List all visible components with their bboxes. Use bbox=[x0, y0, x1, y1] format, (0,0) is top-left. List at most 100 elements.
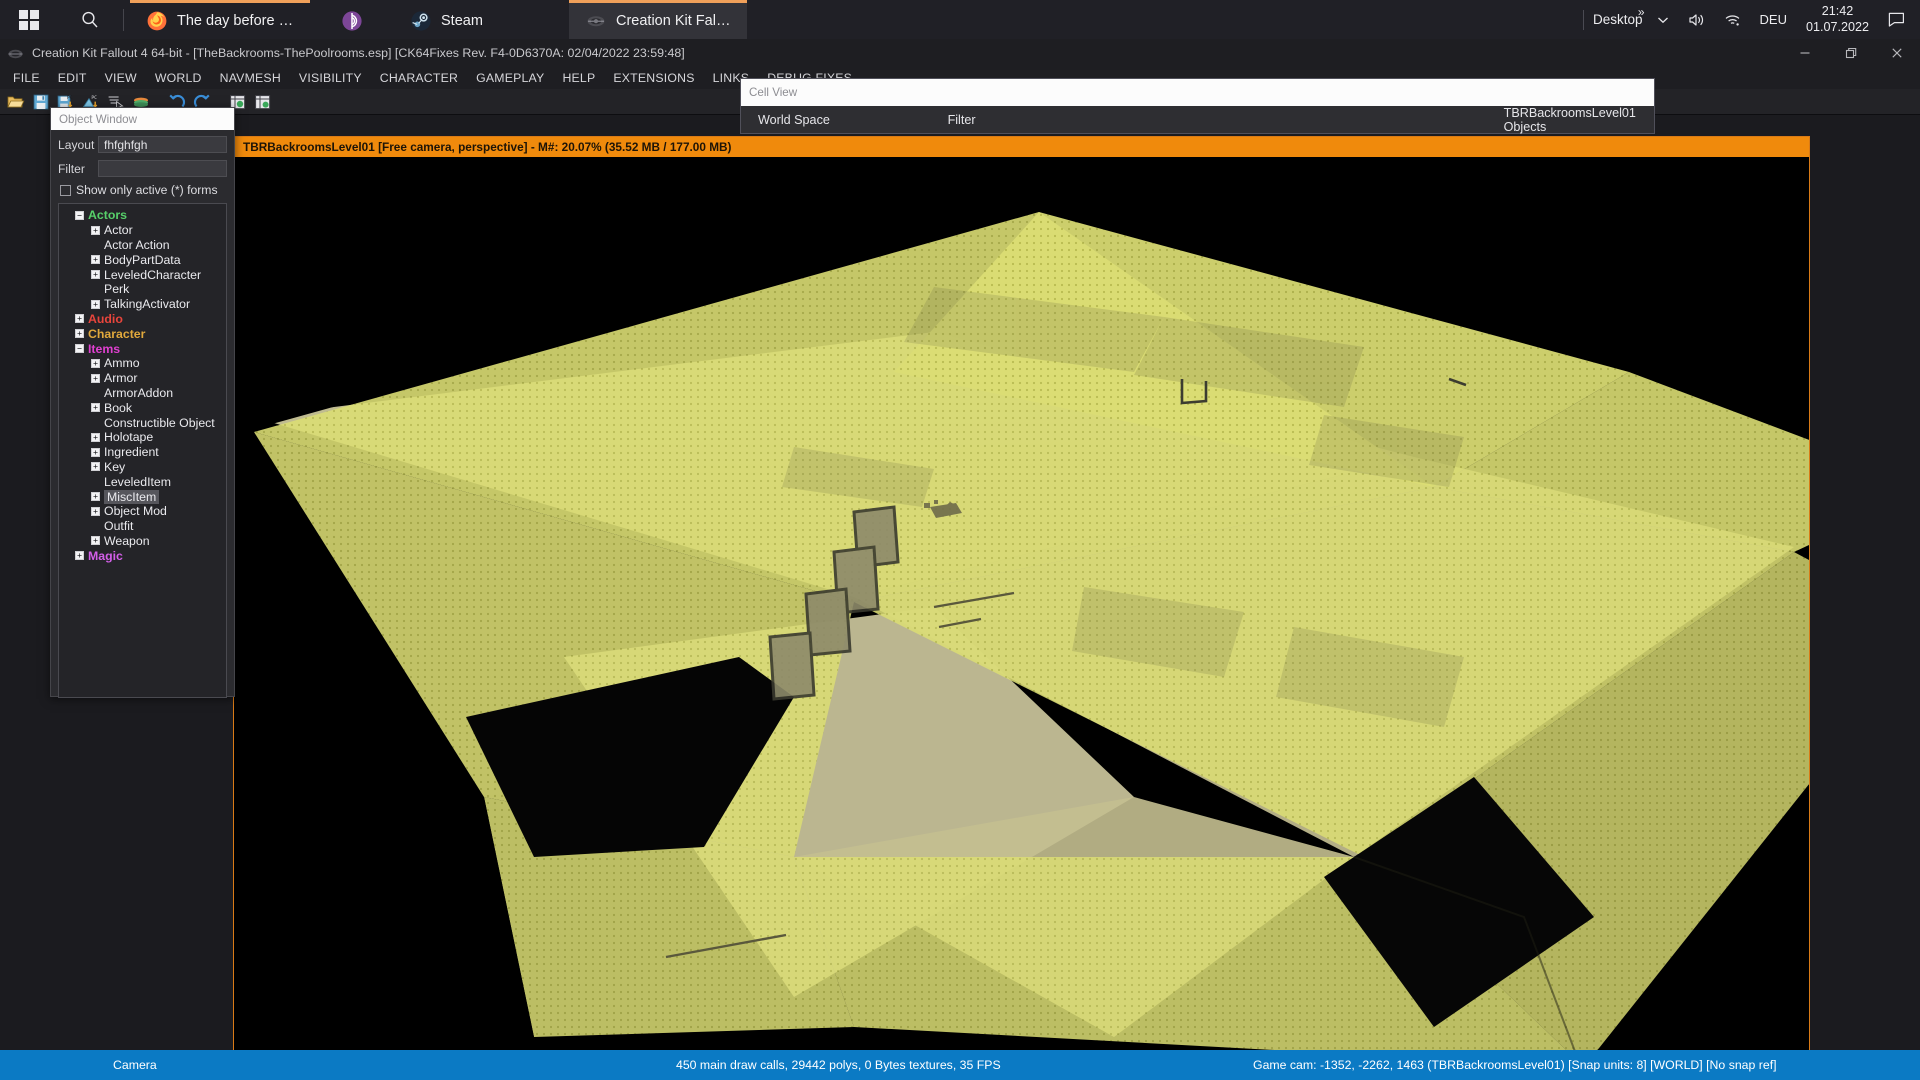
expand-toggle-icon[interactable]: + bbox=[91, 373, 100, 383]
expand-toggle-icon[interactable]: + bbox=[91, 492, 100, 502]
tree-item-object-mod[interactable]: + Object Mod bbox=[65, 504, 226, 519]
tree-item-actors[interactable]: − Actors bbox=[65, 208, 226, 223]
column-header-filter[interactable]: Filter bbox=[948, 113, 1504, 127]
tree-item-actor[interactable]: + Actor bbox=[65, 223, 226, 238]
volume-icon bbox=[1688, 13, 1703, 26]
menu-item-help[interactable]: HELP bbox=[553, 67, 604, 89]
tree-item-holotape[interactable]: + Holotape bbox=[65, 430, 226, 445]
svg-text:PC: PC bbox=[91, 95, 97, 101]
expand-toggle-icon[interactable]: + bbox=[91, 299, 100, 309]
tree-item-label: Outfit bbox=[104, 519, 134, 534]
expand-toggle-icon[interactable]: + bbox=[75, 551, 84, 561]
search-button[interactable] bbox=[57, 0, 123, 39]
tree-item-items[interactable]: − Items bbox=[65, 341, 226, 356]
expand-toggle-icon[interactable]: + bbox=[91, 506, 100, 516]
show-active-forms-row[interactable]: Show only active (*) forms bbox=[60, 183, 227, 197]
show-active-forms-checkbox[interactable] bbox=[60, 184, 71, 196]
tree-item-outfit[interactable]: Outfit bbox=[65, 519, 226, 534]
render-viewport[interactable] bbox=[234, 157, 1809, 1053]
menu-item-visibility[interactable]: VISIBILITY bbox=[290, 67, 371, 89]
tree-item-leveleditem[interactable]: LeveledItem bbox=[65, 474, 226, 489]
tree-item-key[interactable]: + Key bbox=[65, 460, 226, 475]
window-controls bbox=[1782, 39, 1920, 67]
tray-language-button[interactable]: DEU bbox=[1751, 0, 1796, 39]
taskbar-item-creation-kit[interactable]: Creation Kit Fallout... bbox=[569, 0, 747, 39]
tree-item-perk[interactable]: Perk bbox=[65, 282, 226, 297]
expand-toggle-icon[interactable]: + bbox=[91, 270, 100, 280]
expand-toggle-icon[interactable]: + bbox=[91, 225, 100, 235]
menu-item-view[interactable]: VIEW bbox=[96, 67, 146, 89]
menu-item-world[interactable]: WORLD bbox=[146, 67, 211, 89]
tree-item-actor-action[interactable]: Actor Action bbox=[65, 238, 226, 253]
tree-item-audio[interactable]: + Audio bbox=[65, 312, 226, 327]
layout-label: Layout bbox=[58, 137, 95, 152]
tree-item-magic[interactable]: + Magic bbox=[65, 548, 226, 563]
tray-overflow-button[interactable] bbox=[1647, 0, 1679, 39]
system-tray: Desktop » DEU 21:42 01.07.2022 bbox=[1582, 0, 1920, 39]
expand-toggle-icon[interactable]: + bbox=[75, 314, 84, 324]
restore-icon bbox=[1845, 47, 1857, 59]
expand-toggle-icon[interactable]: + bbox=[91, 536, 100, 546]
column-header-world-space[interactable]: World Space bbox=[741, 113, 948, 127]
tree-item-talkingactivator[interactable]: + TalkingActivator bbox=[65, 297, 226, 312]
tree-item-character[interactable]: + Character bbox=[65, 326, 226, 341]
expand-toggle-icon[interactable]: + bbox=[91, 447, 100, 457]
expand-toggle-icon[interactable]: + bbox=[91, 432, 100, 442]
tray-network-button[interactable] bbox=[1715, 0, 1751, 39]
menu-item-gameplay[interactable]: GAMEPLAY bbox=[467, 67, 553, 89]
taskbar-divider bbox=[123, 8, 124, 31]
tree-item-label: Character bbox=[88, 326, 146, 341]
save-icon bbox=[33, 94, 48, 109]
tree-item-armoraddon[interactable]: ArmorAddon bbox=[65, 386, 226, 401]
svg-text:PC: PC bbox=[67, 95, 73, 101]
render-window[interactable]: TBRBackroomsLevel01 [Free camera, perspe… bbox=[233, 136, 1810, 1054]
expand-toggle-icon[interactable]: + bbox=[75, 329, 84, 339]
taskbar-item-tor[interactable] bbox=[310, 0, 394, 39]
tree-item-armor[interactable]: + Armor bbox=[65, 371, 226, 386]
object-tree[interactable]: − Actors + Actor Actor Action + BodyPartData + L… bbox=[58, 203, 227, 698]
tree-item-ingredient[interactable]: + Ingredient bbox=[65, 445, 226, 460]
expand-toggle-icon[interactable]: + bbox=[91, 358, 100, 368]
tray-desktop-button[interactable]: Desktop » bbox=[1584, 0, 1647, 39]
tray-action-center-button[interactable] bbox=[1879, 0, 1914, 39]
expand-toggle-icon[interactable]: + bbox=[91, 255, 100, 265]
tree-item-miscitem[interactable]: + MiscItem bbox=[65, 489, 226, 504]
cell-view-button[interactable] bbox=[250, 90, 275, 114]
filter-input[interactable] bbox=[98, 160, 227, 177]
creation-kit-icon bbox=[7, 46, 24, 61]
start-button[interactable] bbox=[0, 0, 57, 39]
tree-item-leveledcharacter[interactable]: + LeveledCharacter bbox=[65, 267, 226, 282]
collapse-toggle-icon[interactable]: − bbox=[75, 210, 84, 220]
window-title-bar: Creation Kit Fallout 4 64-bit - [TheBack… bbox=[0, 39, 1920, 67]
creation-kit-window: Creation Kit Fallout 4 64-bit - [TheBack… bbox=[0, 39, 1920, 1080]
tree-item-book[interactable]: + Book bbox=[65, 400, 226, 415]
layout-input[interactable]: fhfghfgh bbox=[98, 136, 227, 153]
menu-item-edit[interactable]: EDIT bbox=[49, 67, 96, 89]
taskbar-item-firefox[interactable]: The day before the ... bbox=[130, 0, 310, 39]
collapse-toggle-icon[interactable]: − bbox=[75, 344, 84, 354]
tree-item-label: Ingredient bbox=[104, 445, 159, 460]
expand-toggle-icon[interactable]: + bbox=[91, 403, 100, 413]
menu-item-extensions[interactable]: EXTENSIONS bbox=[604, 67, 703, 89]
open-folder-button[interactable] bbox=[3, 90, 28, 114]
expand-toggle-icon[interactable]: + bbox=[91, 462, 100, 472]
tree-item-constructible-object[interactable]: Constructible Object bbox=[65, 415, 226, 430]
tray-clock[interactable]: 21:42 01.07.2022 bbox=[1796, 0, 1879, 39]
minimize-icon bbox=[1800, 52, 1810, 54]
menu-item-character[interactable]: CHARACTER bbox=[371, 67, 467, 89]
close-button[interactable] bbox=[1874, 39, 1920, 67]
taskbar-item-steam[interactable]: Steam bbox=[394, 0, 569, 39]
tree-item-label: Armor bbox=[104, 371, 138, 386]
tray-volume-button[interactable] bbox=[1679, 0, 1715, 39]
tree-item-bodypartdata[interactable]: + BodyPartData bbox=[65, 252, 226, 267]
tree-item-label: Constructible Object bbox=[104, 415, 215, 430]
restore-button[interactable] bbox=[1828, 39, 1874, 67]
menu-item-file[interactable]: FILE bbox=[4, 67, 49, 89]
column-header-objects[interactable]: TBRBackroomsLevel01 Objects bbox=[1504, 106, 1654, 134]
menu-item-navmesh[interactable]: NAVMESH bbox=[211, 67, 290, 89]
tree-item-label: Actor Action bbox=[104, 237, 170, 252]
tree-item-ammo[interactable]: + Ammo bbox=[65, 356, 226, 371]
minimize-button[interactable] bbox=[1782, 39, 1828, 67]
tray-language-label: DEU bbox=[1759, 12, 1787, 27]
tree-item-weapon[interactable]: + Weapon bbox=[65, 534, 226, 549]
